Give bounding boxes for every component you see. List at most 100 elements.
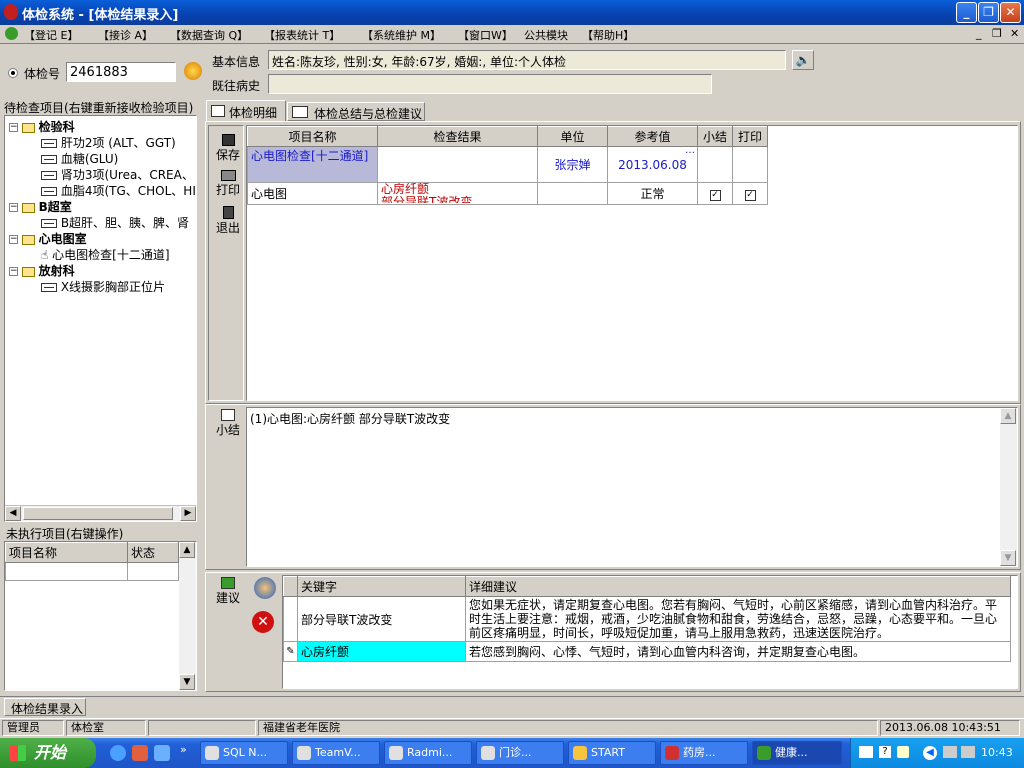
ie-icon[interactable] [110,745,126,761]
more-quicklaunch-icon[interactable]: » [180,743,187,756]
scroll-down-icon[interactable]: ▼ [179,674,195,690]
delete-icon[interactable]: ✕ [252,611,274,633]
col-detail[interactable]: 详细建议 [465,576,1011,597]
col-keyword[interactable]: 关键字 [297,576,466,597]
cell-keyword[interactable]: 心房纤颤 [297,641,466,662]
taskbar-button[interactable]: Radmi... [384,741,472,765]
scroll-up-icon[interactable]: ▲ [179,542,195,558]
cell-result[interactable] [377,146,538,183]
cell-unit[interactable]: 张宗婵 [537,146,608,183]
col-summary[interactable]: 小结 [697,126,733,147]
exam-number-radio[interactable] [8,68,18,78]
scroll-right-icon[interactable]: ▶ [180,506,196,521]
network-icon[interactable] [943,746,957,758]
scroll-left-icon[interactable]: ◀ [5,506,21,521]
cell-ref[interactable]: 2013.06.08… [607,145,698,183]
tree-group[interactable]: − 放射科 [9,262,75,279]
tree-item[interactable]: ☝ 心电图检查[十二通道] [41,246,170,263]
mdi-restore-button[interactable]: ❐ [992,27,1002,40]
collapse-icon[interactable]: − [9,203,18,212]
tree-item[interactable]: X线摄影胸部正位片 [41,278,165,295]
close-button[interactable]: ✕ [1000,2,1021,23]
menu-query[interactable]: 【数据查询 Q】 [170,27,248,43]
scroll-thumb[interactable] [23,507,173,520]
taskbar-button[interactable]: START [568,741,656,765]
history-field[interactable] [268,74,712,94]
cell-keyword[interactable]: 部分导联T波改变 [297,596,466,642]
tree-item[interactable]: 血脂4项(TG、CHOL、HI [41,182,196,199]
save-button[interactable]: 保存 [211,134,245,163]
menu-reports[interactable]: 【报表统计 T】 [264,27,340,43]
taskbar-button-active[interactable]: 健康... [752,741,842,765]
tree-item[interactable]: 肾功3项(Urea、CREA、 [41,166,194,183]
ellipsis-button[interactable]: … [685,145,695,156]
col-status[interactable]: 状态 [127,542,179,563]
taskbar-button[interactable]: SQL N... [200,741,288,765]
collapse-icon[interactable]: − [9,267,18,276]
menu-public[interactable]: 公共模块 [524,27,568,43]
tree-item[interactable]: 肝功2项 (ALT、GGT) [41,134,176,151]
unexecuted-v-scrollbar[interactable]: ▲ ▼ [179,542,196,690]
tray-icon[interactable] [897,746,909,758]
mdi-close-button[interactable]: ✕ [1010,27,1019,40]
tree-h-scrollbar[interactable]: ◀ ▶ [5,505,196,521]
tree-group[interactable]: − 检验科 [9,118,75,135]
print-checkbox[interactable]: ✓ [732,182,768,205]
taskbar-button[interactable]: 药房... [660,741,748,765]
search-icon[interactable] [184,62,202,80]
user-advice-icon[interactable] [254,577,276,599]
cell-detail[interactable]: 您如果无症状，请定期复查心电图。您若有胸闷、气短时，心前区紧缩感，请到心血管内科… [465,596,1011,642]
summary-textarea[interactable]: (1)心电图:心房纤颤 部分导联T波改变 ▲ ▼ [246,407,1018,567]
menu-register[interactable]: 【登记 E】 [24,27,78,43]
menu-reception[interactable]: 【接诊 A】 [98,27,153,43]
col-result[interactable]: 检查结果 [377,126,538,147]
help-icon[interactable]: ? [879,746,891,758]
cell-summary[interactable] [697,146,733,183]
taskbar-button[interactable]: 门诊... [476,741,564,765]
cell-print[interactable] [732,146,768,183]
cell-result[interactable]: 心房纤颤 部分导联T波改变 [377,182,538,205]
col-print[interactable]: 打印 [732,126,768,147]
table-row[interactable]: 部分导联T波改变 您如果无症状，请定期复查心电图。您若有胸闷、气短时，心前区紧缩… [283,596,1011,642]
summary-checkbox[interactable]: ✓ [697,182,733,205]
scroll-up-icon[interactable]: ▲ [1000,408,1016,424]
start-button[interactable]: 开始 [0,738,96,768]
quicklaunch-icon[interactable] [154,745,170,761]
col-ref[interactable]: 参考值 [607,126,698,147]
speaker-icon[interactable]: 🔈 [792,50,814,70]
menu-window[interactable]: 【窗口W】 [458,27,513,43]
network-icon[interactable] [961,746,975,758]
col-item[interactable]: 项目名称 [247,126,378,147]
table-row[interactable]: 心电图检查[十二通道] 张宗婵 2013.06.08… [247,145,768,183]
tree-item[interactable]: 血糖(GLU) [41,150,118,167]
menu-help[interactable]: 【帮助H】 [582,27,634,43]
collapse-icon[interactable]: − [9,123,18,132]
keyboard-icon[interactable] [859,746,873,758]
tab-detail[interactable]: 体检明细 [206,100,286,121]
exam-number-input[interactable]: 2461883 [66,62,176,82]
collapse-icon[interactable]: − [9,235,18,244]
cell-detail[interactable]: 若您感到胸闷、心悸、气短时，请到心血管内科咨询，并定期复查心电图。 [465,641,1011,662]
menu-maintenance[interactable]: 【系统维护 M】 [362,27,441,43]
table-row[interactable]: ✎ 心房纤颤 若您感到胸闷、心悸、气短时，请到心血管内科咨询，并定期复查心电图。 [283,641,1011,662]
print-button[interactable]: 打印 [211,170,245,198]
minimize-button[interactable]: _ [956,2,977,23]
scroll-down-icon[interactable]: ▼ [1000,550,1016,566]
table-row[interactable]: 心电图 心房纤颤 部分导联T波改变 正常 ✓ ✓ [247,182,768,205]
col-unit[interactable]: 单位 [537,126,608,147]
doc-tab-result-entry[interactable]: 体检结果录入 [4,698,86,716]
exit-button[interactable]: 退出 [211,206,245,236]
cell-unit[interactable] [537,182,608,205]
quicklaunch-icon[interactable] [132,745,148,761]
maximize-button[interactable]: ❐ [978,2,999,23]
cell-ref[interactable]: 正常 [607,182,698,205]
mdi-minimize-button[interactable]: _ [976,27,982,40]
summary-v-scrollbar[interactable]: ▲ ▼ [1000,408,1017,566]
tree-item[interactable]: B超肝、胆、胰、脾、肾 [41,214,189,231]
tree-group[interactable]: − B超室 [9,198,72,215]
col-item-name[interactable]: 项目名称 [5,542,128,563]
taskbar-button[interactable]: TeamV... [292,741,380,765]
cell-item[interactable]: 心电图检查[十二通道] [247,146,378,183]
tray-expand-icon[interactable]: ◀ [923,746,937,760]
cell-item[interactable]: 心电图 [247,182,378,205]
